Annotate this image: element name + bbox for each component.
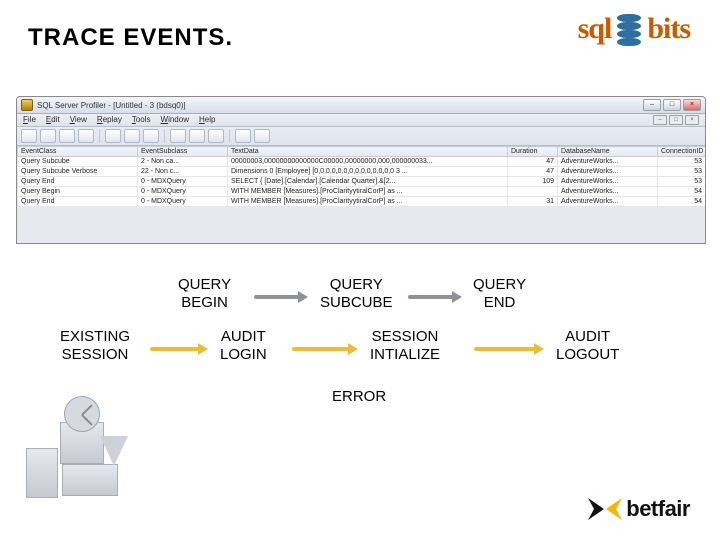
toolbar-button[interactable] (235, 129, 251, 143)
menu-window[interactable]: Window (161, 115, 189, 125)
cell-duration: 47 (508, 157, 558, 167)
cell-textdata: WITH MEMBER [Measures].[ProClarityytiral… (228, 197, 508, 207)
arrow-icon (472, 344, 544, 354)
cell-eventsubclass: 22 - Non c... (138, 167, 228, 177)
cell-eventsubclass: 0 - MDXQuery (138, 197, 228, 207)
table-row[interactable]: Query Subcube Verbose 22 - Non c... Dime… (18, 167, 706, 177)
arrow-icon (148, 344, 208, 354)
cell-connid: 53 (658, 167, 706, 177)
arrow-icon (252, 292, 308, 302)
node-query-subcube: QUERY SUBCUBE (320, 276, 393, 312)
close-button[interactable]: × (683, 99, 701, 111)
profiler-window: SQL Server Profiler - [Untitled - 3 (bds… (16, 96, 706, 244)
node-query-begin: QUERY BEGIN (178, 276, 231, 312)
col-databasename[interactable]: DatabaseName (558, 147, 658, 157)
toolbar-button[interactable] (40, 129, 56, 143)
toolbar-button[interactable] (59, 129, 75, 143)
node-error: ERROR (332, 388, 386, 406)
window-title-text: SQL Server Profiler - [Untitled - 3 (bds… (37, 101, 643, 110)
toolbar-button[interactable] (208, 129, 224, 143)
cell-eventclass: Query Subcube (18, 157, 138, 167)
arrow-icon (406, 292, 462, 302)
node-query-end: QUERY END (473, 276, 526, 312)
table-row[interactable]: Query Begin 0 - MDXQuery WITH MEMBER [Me… (18, 187, 706, 197)
bits-text: bits (647, 12, 690, 46)
cell-connid: 53 (658, 177, 706, 187)
cell-eventclass: Query Subcube Verbose (18, 167, 138, 177)
node-audit-logout: AUDIT LOGOUT (556, 328, 619, 364)
toolbar-separator (229, 129, 230, 143)
minimize-button[interactable]: – (643, 99, 661, 111)
cell-textdata: WITH MEMBER [Measures].[ProClarityytiral… (228, 187, 508, 197)
node-audit-login: AUDIT LOGIN (220, 328, 267, 364)
table-header-row: EventClass EventSubclass TextData Durati… (18, 147, 706, 157)
cell-duration: 47 (508, 167, 558, 177)
toolbar-button[interactable] (21, 129, 37, 143)
menu-replay[interactable]: Replay (97, 115, 122, 125)
maximize-button[interactable]: □ (663, 99, 681, 111)
cell-duration: 109 (508, 177, 558, 187)
table-row[interactable]: Query End 0 - MDXQuery SELECT { [Date].[… (18, 177, 706, 187)
cell-database: AdventureWorks... (558, 177, 658, 187)
cell-eventsubclass: 0 - MDXQuery (138, 187, 228, 197)
mdi-restore-button[interactable]: □ (669, 115, 683, 125)
cell-eventsubclass: 0 - MDXQuery (138, 177, 228, 187)
menu-help[interactable]: Help (199, 115, 215, 125)
table-row[interactable]: Query End 0 - MDXQuery WITH MEMBER [Meas… (18, 197, 706, 207)
cell-textdata: SELECT { [Date].[Calendar].[Calendar Qua… (228, 177, 508, 187)
cell-connid: 54 (658, 197, 706, 207)
toolbar-stop-button[interactable] (143, 129, 159, 143)
toolbar (17, 127, 705, 146)
col-duration[interactable]: Duration (508, 147, 558, 157)
col-eventsubclass[interactable]: EventSubclass (138, 147, 228, 157)
mdi-minimize-button[interactable]: – (653, 115, 667, 125)
cell-connid: 54 (658, 187, 706, 197)
table-row[interactable]: Query Subcube 2 - Non ca... 00000003,000… (18, 157, 706, 167)
cell-textdata: 00000003,00000000000000C00000,00000000,0… (228, 157, 508, 167)
node-existing-session: EXISTING SESSION (60, 328, 130, 364)
event-table: EventClass EventSubclass TextData Durati… (17, 146, 706, 207)
toolbar-button[interactable] (78, 129, 94, 143)
toolbar-button[interactable] (189, 129, 205, 143)
cell-textdata: Dimensions 0 [Employee] [0,0,0,0,0,0,0,0… (228, 167, 508, 177)
app-icon (21, 99, 33, 111)
mdi-close-button[interactable]: × (685, 115, 699, 125)
betfair-word: betfair (626, 496, 690, 522)
cell-database: AdventureWorks... (558, 167, 658, 177)
betfair-arrows-icon (588, 498, 622, 520)
cell-eventsubclass: 2 - Non ca... (138, 157, 228, 167)
toolbar-play-button[interactable] (105, 129, 121, 143)
menu-view[interactable]: View (70, 115, 87, 125)
cell-database: AdventureWorks... (558, 157, 658, 167)
col-eventclass[interactable]: EventClass (18, 147, 138, 157)
cell-database: AdventureWorks... (558, 197, 658, 207)
menu-bar: File Edit View Replay Tools Window Help … (17, 114, 705, 127)
cell-database: AdventureWorks... (558, 187, 658, 197)
cell-eventclass: Query Begin (18, 187, 138, 197)
toolbar-separator (164, 129, 165, 143)
betfair-logo: betfair (588, 496, 690, 522)
menu-tools[interactable]: Tools (132, 115, 151, 125)
toolbar-button[interactable] (254, 129, 270, 143)
col-connectionid[interactable]: ConnectionID (658, 147, 706, 157)
sql-bits-logo: sql bits (578, 12, 690, 46)
toolbar-button[interactable] (170, 129, 186, 143)
cell-duration (508, 187, 558, 197)
toolbar-separator (99, 129, 100, 143)
factory-icon (22, 392, 132, 502)
col-textdata[interactable]: TextData (228, 147, 508, 157)
cell-duration: 31 (508, 197, 558, 207)
cell-eventclass: Query End (18, 197, 138, 207)
cell-eventclass: Query End (18, 177, 138, 187)
menu-edit[interactable]: Edit (46, 115, 60, 125)
cell-connid: 53 (658, 157, 706, 167)
sql-text: sql (578, 12, 612, 46)
database-icon (615, 12, 643, 46)
toolbar-pause-button[interactable] (124, 129, 140, 143)
menu-file[interactable]: File (23, 115, 36, 125)
slide-title: TRACE EVENTS. (28, 24, 233, 52)
arrow-icon (290, 344, 358, 354)
node-session-initialize: SESSION INTIALIZE (370, 328, 440, 364)
window-titlebar: SQL Server Profiler - [Untitled - 3 (bds… (17, 97, 705, 114)
